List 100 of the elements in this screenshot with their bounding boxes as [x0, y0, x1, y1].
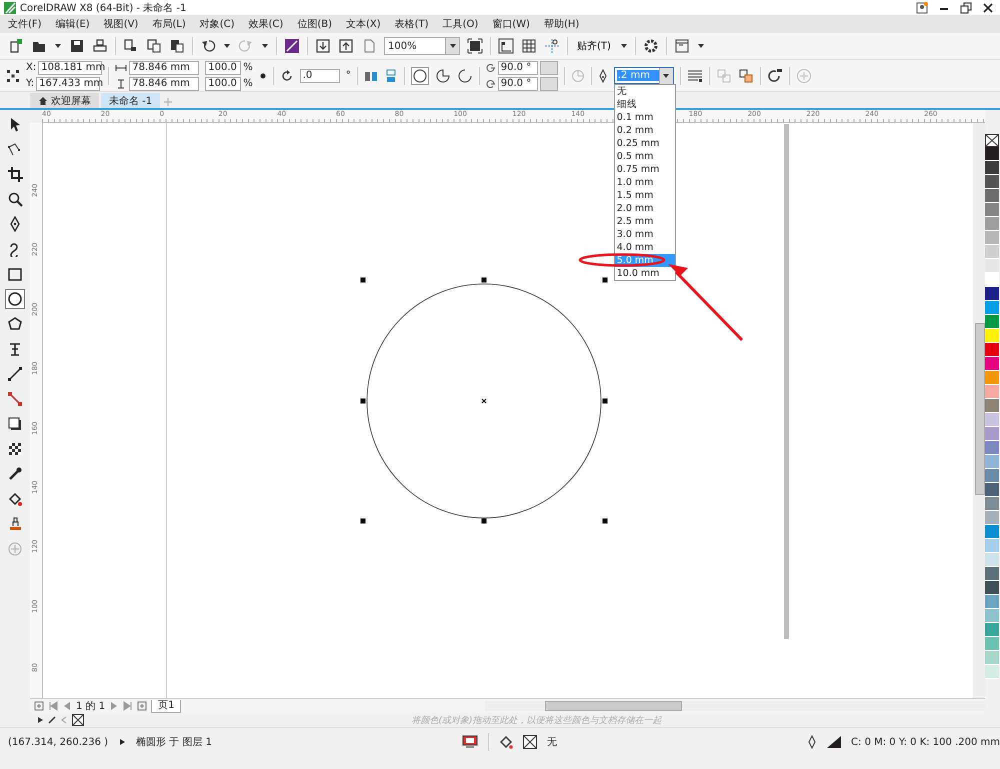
input-field[interactable]: .0: [300, 68, 340, 82]
list-option[interactable]: 2.5 mm: [614, 215, 675, 228]
play-icon[interactable]: [36, 716, 44, 724]
color-swatch[interactable]: [985, 427, 999, 441]
color-swatch[interactable]: [985, 497, 999, 511]
list-option[interactable]: 0.5 mm: [614, 150, 675, 163]
play-icon[interactable]: [118, 738, 126, 746]
selection-handle[interactable]: [482, 278, 486, 282]
color-swatch[interactable]: [985, 273, 999, 287]
list-option[interactable]: 4.0 mm: [614, 241, 675, 254]
previous-page-icon[interactable]: [62, 701, 72, 711]
selection-handle[interactable]: [360, 278, 366, 282]
menu-item[interactable]: 位图(B): [297, 17, 332, 31]
color-swatch[interactable]: [985, 511, 999, 525]
document-tab[interactable]: 欢迎屏幕: [30, 93, 99, 108]
menu-item[interactable]: 布局(L): [152, 17, 186, 31]
export-icon[interactable]: [338, 38, 354, 54]
color-proof-icon[interactable]: [462, 735, 478, 749]
save-icon[interactable]: [69, 38, 85, 54]
color-swatch[interactable]: [985, 651, 999, 665]
menu-item[interactable]: 工具(O): [442, 17, 478, 31]
input-field[interactable]: 78.846 mm: [129, 76, 200, 90]
copy-icon[interactable]: [123, 38, 139, 54]
color-swatch[interactable]: [985, 539, 999, 553]
selection-handle[interactable]: [482, 518, 486, 524]
list-option[interactable]: 2.0 mm: [614, 202, 675, 215]
last-page-icon[interactable]: [123, 701, 134, 711]
color-swatch[interactable]: [985, 259, 999, 273]
color-swatch[interactable]: [985, 399, 999, 413]
import-icon[interactable]: [315, 38, 331, 54]
scroll-thumb[interactable]: [975, 323, 985, 495]
caret-icon[interactable]: [448, 42, 456, 50]
color-swatch[interactable]: [985, 371, 999, 385]
input-field[interactable]: 90.0 °: [498, 76, 538, 90]
list-option[interactable]: 0.25 mm: [614, 137, 675, 150]
ellipse-icon[interactable]: [410, 66, 429, 84]
menu-item[interactable]: 效果(C): [248, 17, 284, 31]
restore-icon[interactable]: [960, 2, 972, 14]
color-swatch[interactable]: [985, 203, 999, 217]
paste-icon[interactable]: [169, 38, 185, 54]
color-swatch[interactable]: [985, 581, 999, 595]
input-field[interactable]: 78.846 mm: [129, 60, 200, 74]
color-swatch[interactable]: [985, 623, 999, 637]
menu-item[interactable]: 文件(F): [8, 17, 42, 31]
first-page-icon[interactable]: [48, 701, 58, 711]
caret-icon[interactable]: [261, 42, 269, 50]
convert-curve-icon[interactable]: [766, 68, 783, 84]
list-option[interactable]: 3.0 mm: [614, 228, 675, 241]
list-option[interactable]: 1.5 mm: [614, 189, 675, 202]
color-swatch[interactable]: [985, 315, 999, 329]
color-swatch[interactable]: [985, 357, 999, 371]
menu-item[interactable]: 编辑(E): [56, 17, 90, 31]
selection-handle[interactable]: [602, 398, 608, 404]
text-wrap-icon[interactable]: [686, 68, 703, 84]
menu-item[interactable]: 帮助(H): [544, 17, 580, 31]
grid-icon[interactable]: [521, 38, 537, 54]
snap-button[interactable]: 贴齐(T): [575, 39, 613, 53]
origin-grid-icon[interactable]: [6, 68, 20, 82]
undo-icon[interactable]: [200, 38, 216, 54]
horizontal-scrollbar[interactable]: [485, 701, 985, 711]
selection-handle[interactable]: [602, 278, 608, 282]
caret-icon[interactable]: [696, 42, 705, 50]
color-swatch[interactable]: [985, 567, 999, 581]
selection-handle[interactable]: [602, 518, 608, 524]
caret-icon[interactable]: [662, 72, 670, 80]
print-icon[interactable]: [92, 38, 108, 54]
no-color-icon[interactable]: [72, 714, 84, 726]
color-swatch[interactable]: [985, 553, 999, 567]
color-swatch[interactable]: [985, 287, 999, 301]
full-screen-icon[interactable]: [467, 38, 483, 54]
menu-item[interactable]: 表格(T): [394, 17, 429, 31]
color-swatch[interactable]: [985, 147, 999, 161]
input-field[interactable]: 100.0: [205, 76, 242, 90]
list-option[interactable]: 0.2 mm: [614, 124, 675, 137]
list-option[interactable]: 0.75 mm: [614, 163, 675, 176]
color-swatch[interactable]: [985, 245, 999, 259]
color-swatch[interactable]: [985, 609, 999, 623]
list-option[interactable]: 细线: [614, 98, 675, 111]
next-page-icon[interactable]: [109, 701, 120, 711]
new-document-icon[interactable]: [8, 38, 24, 54]
color-swatch[interactable]: [985, 329, 999, 343]
list-option[interactable]: 1.0 mm: [614, 176, 675, 189]
rulers-icon[interactable]: [498, 38, 514, 54]
color-swatch[interactable]: [985, 525, 999, 539]
color-swatch[interactable]: [985, 301, 999, 315]
pie-icon[interactable]: [434, 68, 451, 84]
color-swatch[interactable]: [985, 161, 999, 175]
mirror-vertical-icon[interactable]: [384, 68, 398, 82]
guidelines-icon[interactable]: [544, 38, 560, 54]
selection-handle[interactable]: [360, 518, 366, 524]
color-swatch[interactable]: [985, 637, 999, 651]
document-tab[interactable]: 未命名 -1: [101, 93, 160, 108]
list-option[interactable]: 无: [614, 85, 675, 98]
color-swatch[interactable]: [985, 343, 999, 357]
color-swatch[interactable]: [985, 231, 999, 245]
menu-item[interactable]: 文本(X): [346, 17, 381, 31]
color-swatch[interactable]: [985, 385, 999, 399]
input-field[interactable]: 100.0: [205, 60, 242, 74]
add-page-icon[interactable]: [137, 701, 148, 711]
pencil-icon[interactable]: [48, 716, 56, 724]
